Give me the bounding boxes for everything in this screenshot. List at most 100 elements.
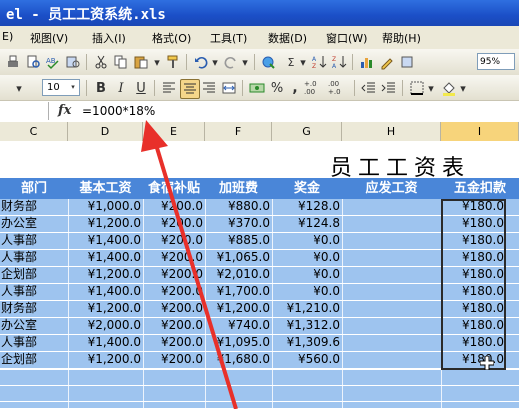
cut-icon[interactable] — [92, 53, 110, 71]
menu-edit-edge[interactable]: E) — [2, 30, 13, 43]
cell-base-salary[interactable]: ¥1,200.0 — [68, 301, 143, 316]
cell-department[interactable]: 人事部 — [0, 233, 69, 248]
cell-base-salary[interactable]: ¥1,400.0 — [68, 250, 143, 265]
cell-overtime[interactable]: ¥2,010.0 — [205, 267, 272, 282]
decrease-indent-icon[interactable] — [360, 79, 378, 97]
hyperlink-icon[interactable] — [260, 53, 278, 71]
cell-gross-pay[interactable] — [342, 250, 441, 265]
cell-overtime[interactable]: ¥370.0 — [205, 216, 272, 231]
percent-button[interactable]: % — [268, 79, 286, 97]
menu-help[interactable]: 帮助(H) — [382, 30, 421, 46]
cell-base-salary[interactable]: ¥1,000.0 — [68, 199, 143, 214]
column-header-i[interactable]: I — [441, 122, 519, 141]
cell-meal-allowance[interactable]: ¥200.0 — [143, 318, 205, 333]
research-icon[interactable] — [64, 53, 82, 71]
cell-department[interactable]: 企划部 — [0, 267, 69, 282]
cell-overtime[interactable]: ¥1,680.0 — [205, 352, 272, 367]
cell-bonus[interactable]: ¥128.0 — [272, 199, 342, 214]
cell-base-salary[interactable]: ¥1,200.0 — [68, 267, 143, 282]
cell-gross-pay[interactable] — [342, 233, 441, 248]
cell-base-salary[interactable]: ¥1,200.0 — [68, 216, 143, 231]
cell-base-salary[interactable]: ¥1,200.0 — [68, 352, 143, 367]
print-icon[interactable] — [4, 53, 22, 71]
sort-descending-icon[interactable]: ZA — [330, 53, 348, 71]
header-insurance-deduction[interactable]: 五金扣款 — [441, 178, 519, 199]
cell-bonus[interactable]: ¥0.0 — [272, 267, 342, 282]
header-gross-pay[interactable]: 应发工资 — [342, 178, 441, 199]
cell-bonus[interactable]: ¥0.0 — [272, 250, 342, 265]
cell-department[interactable]: 人事部 — [0, 250, 69, 265]
cell-bonus[interactable]: ¥560.0 — [272, 352, 342, 367]
cell-bonus[interactable]: ¥1,309.6 — [272, 335, 342, 350]
align-right-icon[interactable] — [200, 79, 218, 97]
cell-department[interactable]: 财务部 — [0, 301, 69, 316]
cell-gross-pay[interactable] — [342, 267, 441, 282]
cell-gross-pay[interactable] — [342, 318, 441, 333]
cell-bonus[interactable]: ¥1,312.0 — [272, 318, 342, 333]
header-bonus[interactable]: 奖金 — [272, 178, 342, 199]
paste-dropdown-icon[interactable]: ▾ — [152, 53, 162, 71]
increase-decimal-button[interactable]: +.0 .00 — [304, 79, 326, 97]
font-size-dropdown-icon[interactable]: ▾ — [68, 81, 78, 94]
currency-icon[interactable] — [248, 79, 266, 97]
cell-overtime[interactable]: ¥1,065.0 — [205, 250, 272, 265]
cell-department[interactable]: 企划部 — [0, 352, 69, 367]
borders-icon[interactable] — [408, 79, 426, 97]
menu-insert[interactable]: 插入(I) — [92, 30, 126, 46]
cell-bonus[interactable]: ¥0.0 — [272, 233, 342, 248]
cell-department[interactable]: 办公室 — [0, 318, 69, 333]
redo-dropdown-icon[interactable]: ▾ — [240, 53, 250, 71]
cell-gross-pay[interactable] — [342, 216, 441, 231]
cell-department[interactable]: 人事部 — [0, 335, 69, 350]
header-base-salary[interactable]: 基本工资 — [68, 178, 143, 199]
column-header-d[interactable]: D — [68, 122, 143, 141]
cell-meal-allowance[interactable]: ¥200.0 — [143, 352, 205, 367]
menu-format[interactable]: 格式(O) — [152, 30, 191, 46]
menu-view[interactable]: 视图(V) — [30, 30, 68, 46]
font-name-dropdown-icon[interactable]: ▾ — [14, 79, 24, 97]
column-header-e[interactable]: E — [143, 122, 205, 141]
cell-meal-allowance[interactable]: ¥200.0 — [143, 284, 205, 299]
header-overtime[interactable]: 加班费 — [205, 178, 272, 199]
comma-style-button[interactable]: , — [286, 79, 304, 97]
italic-button[interactable]: I — [112, 79, 130, 97]
header-department[interactable]: 部门 — [0, 178, 68, 199]
fill-color-icon[interactable] — [440, 79, 458, 97]
cell-gross-pay[interactable] — [342, 352, 441, 367]
insert-function-icon[interactable]: fx — [58, 103, 71, 118]
cell-base-salary[interactable]: ¥1,400.0 — [68, 233, 143, 248]
cell-meal-allowance[interactable]: ¥200.0 — [143, 233, 205, 248]
spelling-icon[interactable]: AB — [44, 53, 62, 71]
sort-ascending-icon[interactable]: AZ — [310, 53, 328, 71]
format-painter-icon[interactable] — [164, 53, 182, 71]
undo-dropdown-icon[interactable]: ▾ — [210, 53, 220, 71]
cell-overtime[interactable]: ¥880.0 — [205, 199, 272, 214]
cell-gross-pay[interactable] — [342, 199, 441, 214]
autosum-dropdown-icon[interactable]: ▾ — [298, 53, 308, 71]
cell-meal-allowance[interactable]: ¥200.0 — [143, 267, 205, 282]
cell-meal-allowance[interactable]: ¥200.0 — [143, 216, 205, 231]
toolbar-options-icon[interactable] — [398, 53, 416, 71]
paste-icon[interactable] — [132, 53, 150, 71]
cell-meal-allowance[interactable]: ¥200.0 — [143, 199, 205, 214]
cell-meal-allowance[interactable]: ¥200.0 — [143, 250, 205, 265]
column-header-h[interactable]: H — [342, 122, 441, 141]
header-meal-allowance[interactable]: 食宿补贴 — [143, 178, 205, 199]
name-box[interactable] — [0, 102, 49, 120]
cell-overtime[interactable]: ¥1,095.0 — [205, 335, 272, 350]
zoom-select[interactable]: 95% — [477, 53, 515, 70]
cell-gross-pay[interactable] — [342, 301, 441, 316]
column-header-g[interactable]: G — [272, 122, 342, 141]
column-header-c[interactable]: C — [0, 122, 68, 141]
formula-input[interactable]: =1000*18% — [82, 104, 155, 118]
cell-bonus[interactable]: ¥0.0 — [272, 284, 342, 299]
cell-gross-pay[interactable] — [342, 284, 441, 299]
borders-dropdown-icon[interactable]: ▾ — [426, 79, 436, 97]
copy-icon[interactable] — [112, 53, 130, 71]
cell-base-salary[interactable]: ¥1,400.0 — [68, 335, 143, 350]
cell-department[interactable]: 办公室 — [0, 216, 69, 231]
cell-bonus[interactable]: ¥124.8 — [272, 216, 342, 231]
column-header-f[interactable]: F — [205, 122, 272, 141]
menu-data[interactable]: 数据(D) — [268, 30, 307, 46]
cell-department[interactable]: 人事部 — [0, 284, 69, 299]
